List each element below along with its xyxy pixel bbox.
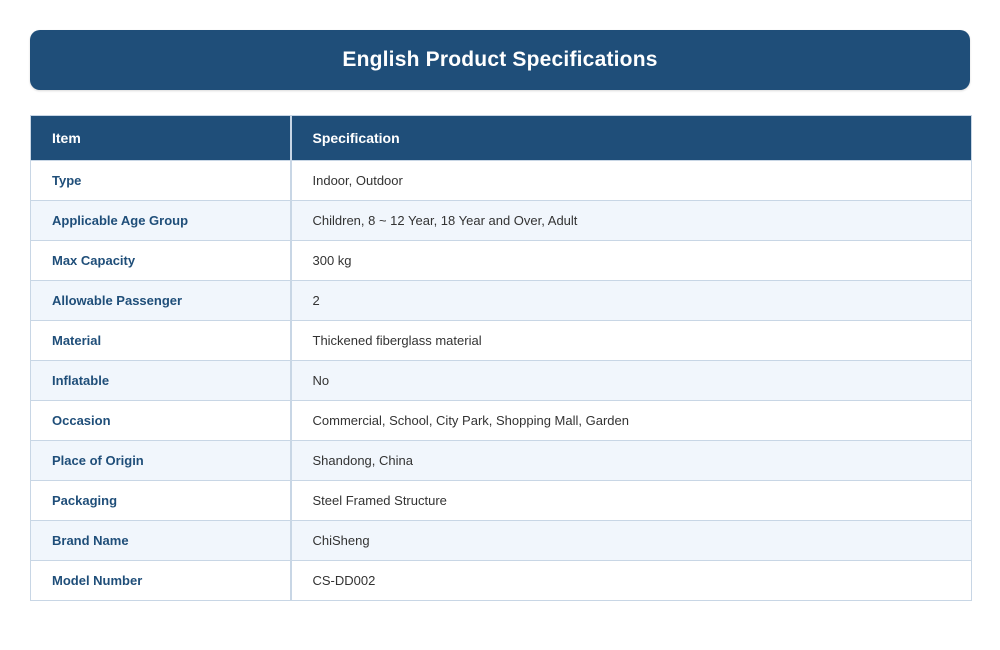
value-cell: No <box>290 360 972 401</box>
item-cell: Packaging <box>30 480 292 521</box>
item-cell: Allowable Passenger <box>30 280 292 321</box>
item-cell: Type <box>30 160 292 201</box>
page: English Product Specifications Item Spec… <box>0 0 1000 650</box>
table-row: Packaging Steel Framed Structure <box>30 480 972 521</box>
value-cell: Steel Framed Structure <box>290 480 972 521</box>
table-row: Allowable Passenger 2 <box>30 280 972 321</box>
item-cell: Model Number <box>30 560 292 601</box>
value-cell: Thickened fiberglass material <box>290 320 972 361</box>
value-cell: 2 <box>290 280 972 321</box>
value-cell: Children, 8 ~ 12 Year, 18 Year and Over,… <box>290 200 972 241</box>
table-row: Brand Name ChiSheng <box>30 520 972 561</box>
item-cell: Applicable Age Group <box>30 200 292 241</box>
table-row: Place of Origin Shandong, China <box>30 440 972 481</box>
table-row: Material Thickened fiberglass material <box>30 320 972 361</box>
spec-table: Item Specification Type Indoor, Outdoor … <box>30 115 972 601</box>
column-header-item: Item <box>30 115 292 161</box>
value-cell: CS-DD002 <box>290 560 972 601</box>
item-cell: Inflatable <box>30 360 292 401</box>
value-cell: ChiSheng <box>290 520 972 561</box>
item-cell: Max Capacity <box>30 240 292 281</box>
page-title: English Product Specifications <box>342 48 658 71</box>
table-row: Applicable Age Group Children, 8 ~ 12 Ye… <box>30 200 972 241</box>
item-cell: Brand Name <box>30 520 292 561</box>
title-banner: English Product Specifications <box>30 30 970 90</box>
value-cell: 300 kg <box>290 240 972 281</box>
value-cell: Commercial, School, City Park, Shopping … <box>290 400 972 441</box>
value-cell: Shandong, China <box>290 440 972 481</box>
item-cell: Material <box>30 320 292 361</box>
table-row: Max Capacity 300 kg <box>30 240 972 281</box>
table-header-row: Item Specification <box>30 115 972 161</box>
value-cell: Indoor, Outdoor <box>290 160 972 201</box>
table-row: Model Number CS-DD002 <box>30 560 972 601</box>
item-cell: Occasion <box>30 400 292 441</box>
table-row: Inflatable No <box>30 360 972 401</box>
table-row: Type Indoor, Outdoor <box>30 160 972 201</box>
column-header-specification: Specification <box>290 115 972 161</box>
table-row: Occasion Commercial, School, City Park, … <box>30 400 972 441</box>
item-cell: Place of Origin <box>30 440 292 481</box>
